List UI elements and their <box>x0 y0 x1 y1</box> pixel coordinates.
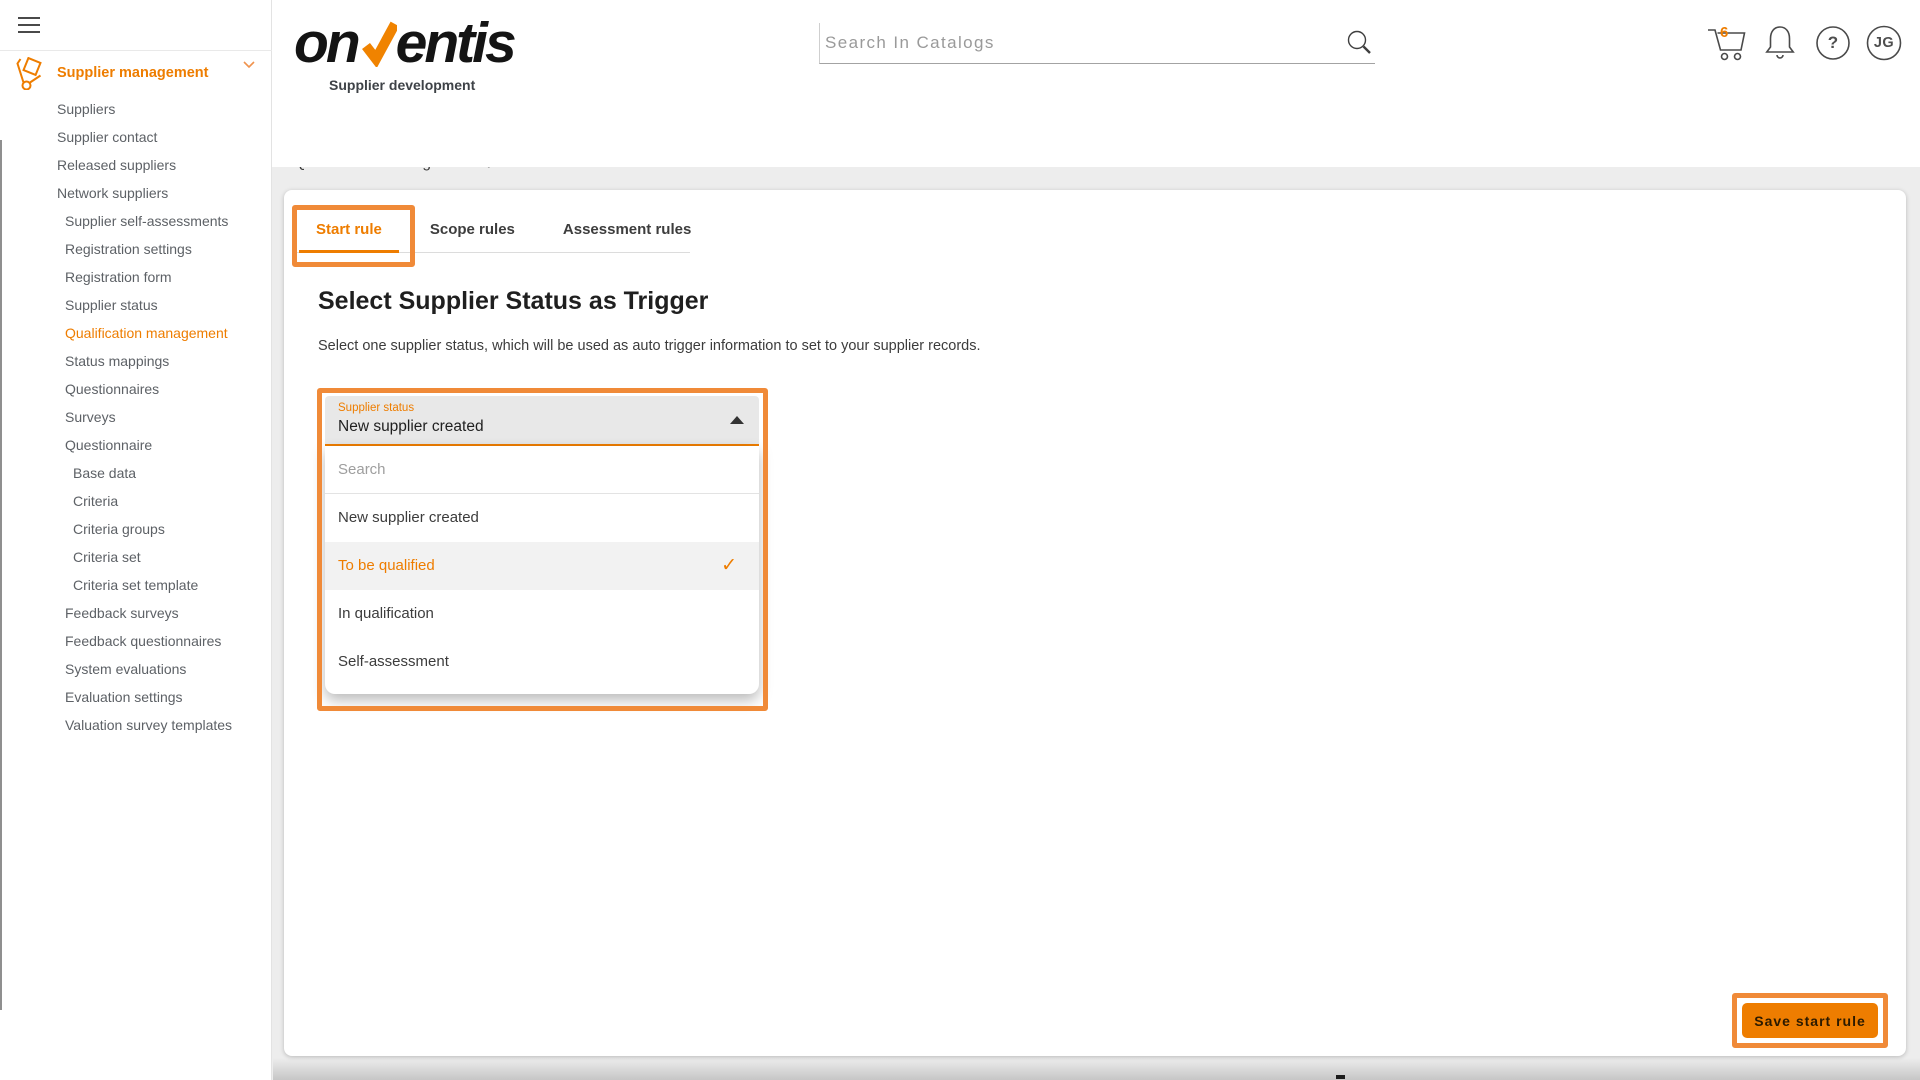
caret-up-icon <box>730 416 744 424</box>
tab-start-rule[interactable]: Start rule <box>292 207 406 253</box>
screen-artifact <box>1336 1075 1345 1079</box>
bottom-fade <box>273 1058 1920 1080</box>
sidebar-item-criteria-set[interactable]: Criteria set <box>0 543 272 571</box>
search-icon[interactable] <box>1344 27 1374 61</box>
sidebar-item-supplier-self-assessments[interactable]: Supplier self-assessments <box>0 207 272 235</box>
sidebar-item-criteria[interactable]: Criteria <box>0 487 272 515</box>
sidebar-item-status-mappings[interactable]: Status mappings <box>0 347 272 375</box>
sidebar-item-supplier-development[interactable]: Supplier development <box>272 71 1920 167</box>
supplier-status-dropdown: New supplier created ✓ To be qualified ✓… <box>325 446 759 694</box>
sidebar-item-registration-settings[interactable]: Registration settings <box>0 235 272 263</box>
supplier-status-select[interactable]: Supplier status New supplier created <box>325 396 759 446</box>
select-value: New supplier created <box>338 418 484 435</box>
catalog-search-input[interactable] <box>820 23 1375 63</box>
option-new-supplier-created[interactable]: New supplier created ✓ <box>325 494 759 542</box>
dropdown-search-input[interactable] <box>325 446 759 493</box>
sidebar-nav: Supplier management Suppliers Supplier co… <box>0 57 1920 739</box>
sidebar-item-released-suppliers[interactable]: Released suppliers <box>0 151 272 179</box>
sidebar-item-valuation-survey-templates[interactable]: Valuation survey templates <box>0 711 272 739</box>
help-icon[interactable]: ? <box>1811 21 1855 65</box>
tab-bar: Start rule Scope rules Assessment rules <box>292 207 691 253</box>
dropdown-options: New supplier created ✓ To be qualified ✓… <box>325 494 759 686</box>
page-description: Select one supplier status, which will b… <box>318 338 981 354</box>
sidebar-item-qualification-management[interactable]: Qualification management <box>0 319 272 347</box>
chevron-down-icon <box>242 60 256 69</box>
sidebar-item-network-suppliers[interactable]: Network suppliers <box>0 179 272 207</box>
sidebar-item-criteria-groups[interactable]: Criteria groups <box>0 515 272 543</box>
hand-truck-icon <box>13 57 43 90</box>
sidebar-item-questionnaires[interactable]: Questionnaires <box>0 375 272 403</box>
sidebar-item-criteria-set-template[interactable]: Criteria set template <box>0 571 272 599</box>
sidebar-item-feedback-surveys[interactable]: Feedback surveys <box>0 599 272 627</box>
sidebar-item-feedback-questionnaires[interactable]: Feedback questionnaires <box>0 627 272 655</box>
sidebar-item-supplier-status[interactable]: Supplier status <box>0 291 272 319</box>
sidebar-item-base-data[interactable]: Base data <box>0 459 272 487</box>
dropdown-search <box>325 446 759 494</box>
notifications-bell-icon[interactable] <box>1758 21 1802 65</box>
sidebar: Supplier management Suppliers Supplier co… <box>0 0 1920 1080</box>
sidebar-item-system-evaluations[interactable]: System evaluations <box>0 655 272 683</box>
app-window: Supplier management Suppliers Supplier co… <box>0 0 1920 1080</box>
cart-icon[interactable]: 6 <box>1705 21 1749 65</box>
sidebar-root-label: Supplier management <box>57 65 209 81</box>
page-title: Select Supplier Status as Trigger <box>318 287 709 315</box>
sidebar-divider <box>0 50 272 51</box>
help-glyph: ? <box>1827 33 1839 52</box>
catalog-search <box>819 23 1375 64</box>
sidebar-item-supplier-management[interactable]: Supplier management <box>0 57 272 90</box>
sidebar-item-evaluation-settings[interactable]: Evaluation settings <box>0 683 272 711</box>
cart-badge: 6 <box>1720 24 1729 41</box>
window-edge-line <box>0 140 2 1010</box>
avatar[interactable]: JG <box>1862 21 1906 65</box>
tab-assessment-rules[interactable]: Assessment rules <box>539 207 715 252</box>
content-card: Start rule Scope rules Assessment rules Se… <box>284 190 1906 1056</box>
save-start-rule-button[interactable]: Save start rule <box>1742 1003 1878 1038</box>
logo-text-prefix: on <box>294 11 361 75</box>
sidebar-item-surveys[interactable]: Surveys <box>0 403 272 431</box>
hamburger-menu-icon[interactable] <box>18 17 40 33</box>
option-self-assessment[interactable]: Self-assessment ✓ <box>325 638 759 686</box>
sidebar-items: Suppliers Supplier contact Released suppli… <box>0 71 1920 739</box>
sidebar-item-questionnaire[interactable]: Questionnaire <box>0 431 272 459</box>
onventis-logo[interactable]: on entis <box>294 8 517 78</box>
sidebar-item-suppliers[interactable]: Suppliers <box>0 95 272 123</box>
avatar-initials: JG <box>1873 35 1895 51</box>
option-to-be-qualified[interactable]: To be qualified ✓ <box>325 542 759 590</box>
sidebar-item-supplier-contact[interactable]: Supplier contact <box>0 123 272 151</box>
tab-scope-rules[interactable]: Scope rules <box>406 207 539 252</box>
sidebar-item-registration-form[interactable]: Registration form <box>0 263 272 291</box>
logo-check-icon <box>359 20 397 67</box>
logo-text-suffix: entis <box>395 11 517 75</box>
select-label: Supplier status <box>338 402 415 414</box>
option-in-qualification[interactable]: In qualification ✓ <box>325 590 759 638</box>
check-icon: ✓ <box>721 555 737 576</box>
